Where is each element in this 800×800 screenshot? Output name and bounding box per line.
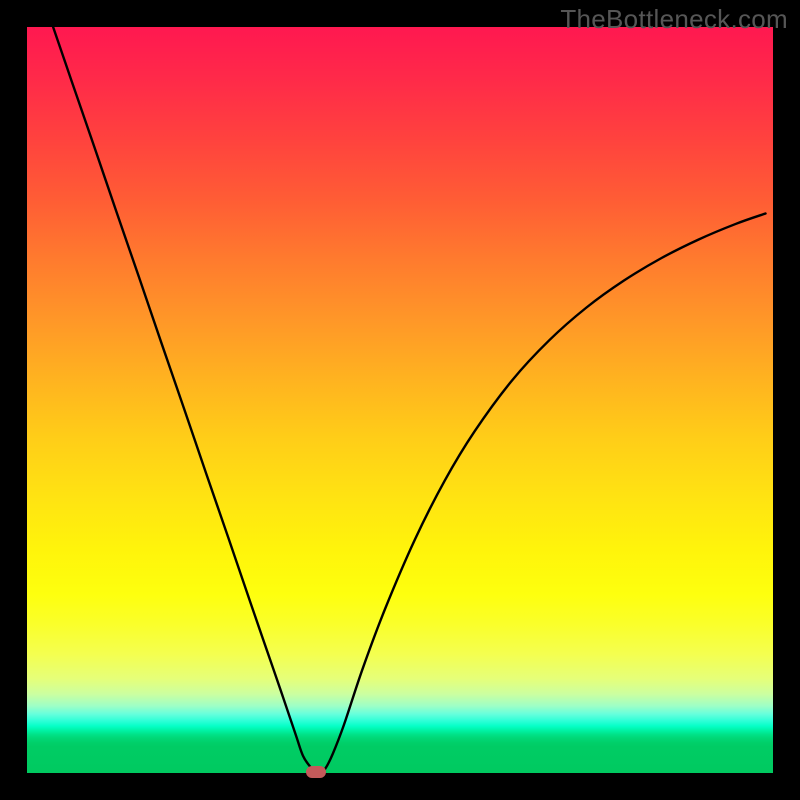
watermark-text: TheBottleneck.com	[560, 4, 788, 35]
background-gradient	[27, 27, 773, 773]
chart-frame: TheBottleneck.com	[0, 0, 800, 800]
minimum-marker	[306, 766, 326, 778]
plot-area	[27, 27, 773, 773]
